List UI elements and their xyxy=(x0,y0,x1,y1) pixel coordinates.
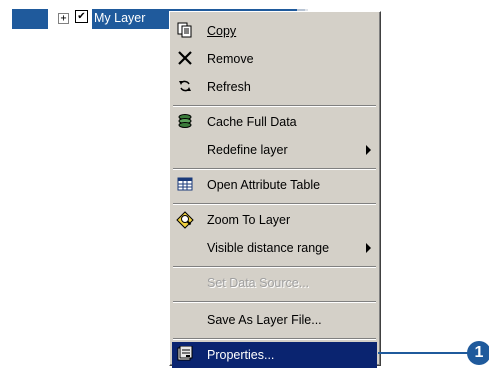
menu-item-cache-full-data[interactable]: Cache Full Data xyxy=(172,109,377,135)
menu-item-label: Zoom To Layer xyxy=(207,213,291,227)
menu-separator xyxy=(173,168,376,170)
menu-item-label: Open Attribute Table xyxy=(207,178,321,192)
menu-item-visible-distance-range[interactable]: Visible distance range xyxy=(172,235,377,261)
menu-separator xyxy=(173,203,376,205)
context-menu: Copy Remove Refresh Cache Full Data Rede… xyxy=(169,11,381,368)
menu-item-label: Remove xyxy=(207,52,254,66)
menu-item-label: Visible distance range xyxy=(207,241,330,255)
menu-item-label: Set Data Source... xyxy=(207,276,310,290)
menu-separator xyxy=(173,338,376,340)
row-gap xyxy=(48,9,52,29)
menu-item-zoom-to-layer[interactable]: Zoom To Layer xyxy=(172,207,377,233)
submenu-arrow-icon xyxy=(366,243,371,253)
menu-item-label: Refresh xyxy=(207,80,251,94)
menu-item-label: Save As Layer File... xyxy=(207,313,322,327)
menu-item-label: Copy xyxy=(207,24,237,38)
refresh-icon xyxy=(176,78,194,96)
menu-separator xyxy=(173,301,376,303)
menu-separator xyxy=(173,266,376,268)
menu-item-label: Properties... xyxy=(207,348,275,362)
copy-icon xyxy=(176,22,194,40)
callout-number-badge: 1 xyxy=(467,341,489,365)
menu-item-refresh[interactable]: Refresh xyxy=(172,74,377,100)
layer-visibility-checkbox[interactable]: ✔ xyxy=(75,10,88,23)
cache-stack-icon xyxy=(176,113,194,131)
menu-item-properties[interactable]: Properties... xyxy=(172,342,377,368)
menu-item-copy[interactable]: Copy xyxy=(172,18,377,44)
expand-plus-icon[interactable]: + xyxy=(58,13,69,24)
layer-row-handle xyxy=(12,9,48,29)
remove-x-icon xyxy=(176,50,194,68)
menu-item-open-attribute-table[interactable]: Open Attribute Table xyxy=(172,172,377,198)
table-icon xyxy=(176,176,194,194)
menu-item-redefine-layer[interactable]: Redefine layer xyxy=(172,137,377,163)
menu-item-label: Redefine layer xyxy=(207,143,288,157)
menu-item-remove[interactable]: Remove xyxy=(172,46,377,72)
menu-separator xyxy=(173,105,376,107)
menu-item-set-data-source: Set Data Source... xyxy=(172,270,377,296)
zoom-layer-icon xyxy=(176,211,194,229)
properties-icon xyxy=(176,345,194,364)
submenu-arrow-icon xyxy=(366,145,371,155)
menu-item-save-as-layer-file[interactable]: Save As Layer File... xyxy=(172,307,377,333)
menu-item-label: Cache Full Data xyxy=(207,115,297,129)
callout-leader-line xyxy=(378,352,472,354)
